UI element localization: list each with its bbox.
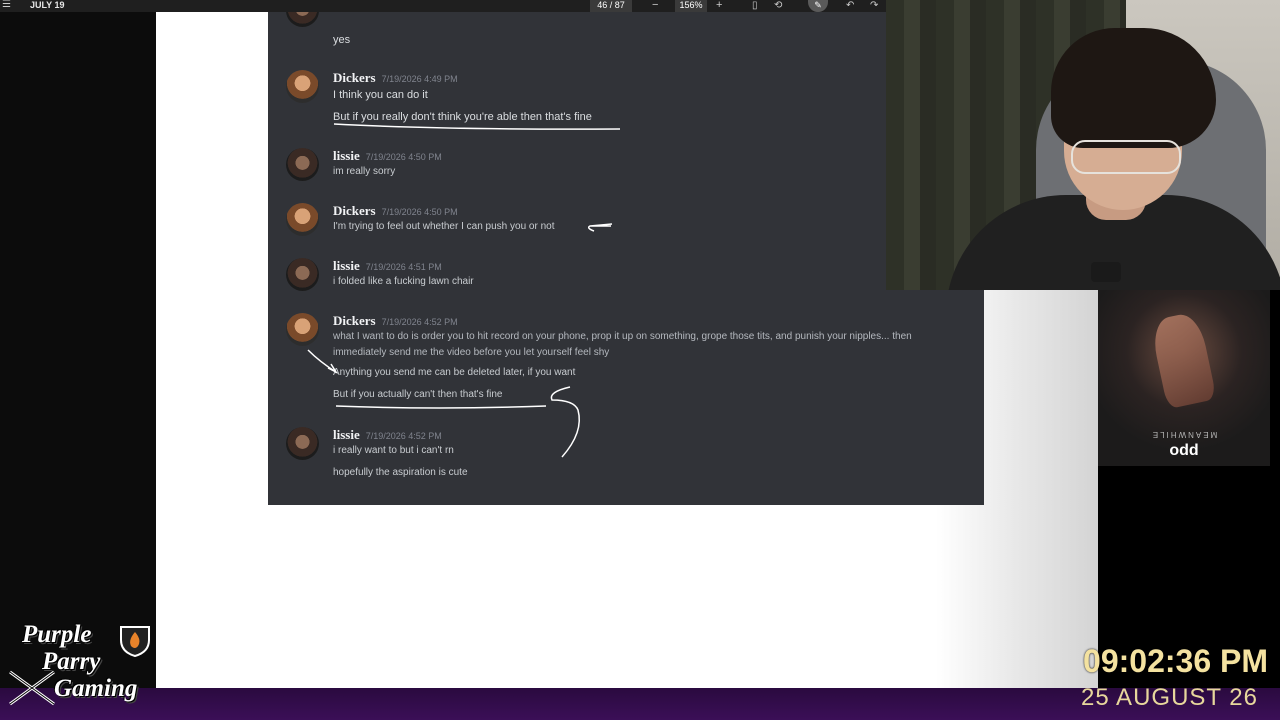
message-line: what I want to do is order you to hit re… (333, 331, 912, 358)
underline-annotation (335, 405, 547, 409)
channel-logo: Purple Parry Gaming (8, 618, 168, 713)
now-playing-widget: MEANWHILE odd (1098, 290, 1270, 466)
arrow-annotation (307, 349, 339, 374)
message-line: yes (333, 34, 351, 46)
hamburger-menu-icon[interactable]: ☰ (2, 0, 14, 12)
avatar (286, 12, 319, 27)
logo-line-2: Parry (42, 648, 101, 675)
message-line: i really want to but i can't rn (333, 445, 454, 456)
stream-frame: ☰ JULY 19 46 / 87 − 156% + ▯ ⟲ ✎ ↶ ↷ yes… (0, 0, 1280, 720)
draw-icon[interactable]: ✎ (808, 0, 828, 12)
message-line: But if you actually can't then that's fi… (333, 389, 503, 400)
message-line: But if you really don't think you're abl… (333, 111, 592, 123)
message-line: hopefully the aspiration is cute (333, 467, 468, 478)
webcam-feed (886, 0, 1280, 290)
username: Dickers 7/19/2026 4:49 PM (333, 70, 458, 85)
zoom-out-icon[interactable]: − (652, 0, 658, 11)
avatar (286, 148, 319, 181)
bracket-annotation (550, 386, 580, 458)
left-panel (0, 12, 156, 688)
clock-date: 25 AUGUST 26 (1081, 684, 1258, 711)
pdf-toolbar: ☰ JULY 19 46 / 87 − 156% + ▯ ⟲ ✎ ↶ ↷ (0, 0, 886, 12)
timestamp: 7/19/2026 4:50 PM (365, 152, 442, 162)
username: lissie 7/19/2026 4:51 PM (333, 258, 442, 273)
avatar (286, 70, 319, 103)
message-line: Anything you send me can be deleted late… (333, 367, 576, 378)
logo-line-1: Purple (22, 621, 92, 648)
avatar (286, 203, 319, 236)
album-title: MEANWHILE (1150, 430, 1218, 439)
fit-page-icon[interactable]: ▯ (752, 0, 758, 11)
chat-screenshot: yes Dickers 7/19/2026 4:49 PM I think you… (268, 12, 984, 505)
message-line: I'm trying to feel out whether I can pus… (333, 221, 555, 232)
undo-icon[interactable]: ↶ (846, 0, 854, 11)
logo-line-3: Gaming (54, 675, 138, 702)
underline-annotation (333, 123, 621, 130)
username: lissie 7/19/2026 4:52 PM (333, 427, 442, 442)
clock-time: 09:02:36 PM (1083, 643, 1268, 679)
zoom-level[interactable]: 156% (675, 0, 707, 12)
page-indicator[interactable]: 46 / 87 (590, 0, 632, 12)
arrow-annotation (587, 223, 613, 232)
username: lissie 7/19/2026 4:50 PM (333, 148, 442, 163)
artist-name: odd (1169, 442, 1199, 459)
shield-flame-icon (120, 626, 150, 658)
message-line: i folded like a fucking lawn chair (333, 276, 474, 287)
document-title: JULY 19 (30, 0, 65, 10)
timestamp: 7/19/2026 4:51 PM (365, 262, 442, 272)
timestamp: 7/19/2026 4:50 PM (381, 207, 458, 217)
redo-icon[interactable]: ↷ (870, 0, 878, 11)
avatar (286, 427, 319, 460)
avatar (286, 313, 319, 346)
rotate-icon[interactable]: ⟲ (774, 0, 782, 11)
timestamp: 7/19/2026 4:52 PM (365, 431, 442, 441)
timestamp: 7/19/2026 4:49 PM (381, 74, 458, 84)
zoom-in-icon[interactable]: + (716, 0, 722, 11)
username: Dickers 7/19/2026 4:50 PM (333, 203, 458, 218)
avatar (286, 258, 319, 291)
timestamp: 7/19/2026 4:52 PM (381, 317, 458, 327)
message-line: I think you can do it (333, 89, 428, 101)
username: Dickers 7/19/2026 4:52 PM (333, 313, 458, 328)
message-line: im really sorry (333, 166, 396, 177)
